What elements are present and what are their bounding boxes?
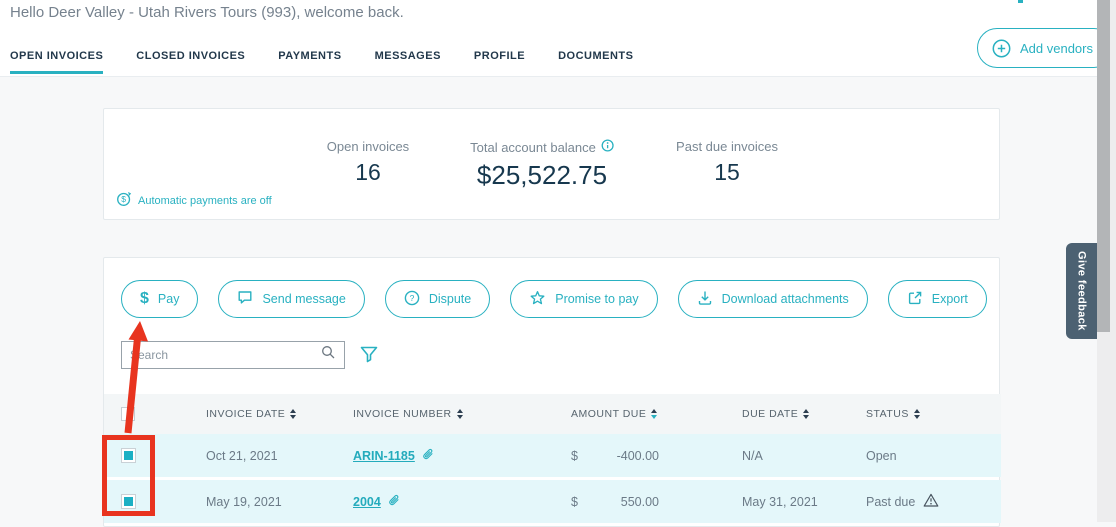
- column-invoice-date[interactable]: INVOICE DATE: [206, 408, 353, 420]
- tab-payments[interactable]: PAYMENTS: [278, 50, 341, 74]
- stat-label: Past due invoices: [676, 139, 778, 154]
- status-cell: Past due: [866, 493, 1001, 510]
- search-box: [121, 341, 345, 369]
- stat-value: 15: [676, 159, 778, 186]
- add-vendors-label: Add vendors: [1020, 41, 1093, 56]
- export-button[interactable]: Export: [888, 280, 987, 318]
- currency-symbol: $: [571, 495, 578, 509]
- currency-symbol: $: [571, 449, 578, 463]
- stat-value: 16: [327, 159, 409, 186]
- column-amount-due[interactable]: AMOUNT DUE: [571, 408, 742, 420]
- message-icon: [237, 290, 253, 308]
- due-date-cell: N/A: [742, 449, 866, 463]
- svg-text:$: $: [121, 194, 126, 204]
- question-icon: ?: [404, 290, 420, 309]
- checkbox-check: [124, 497, 133, 506]
- invoices-table: INVOICE DATE INVOICE NUMBER AMOUNT DUE D…: [104, 394, 1001, 523]
- tab-documents[interactable]: DOCUMENTS: [558, 50, 633, 74]
- attachment-icon[interactable]: [387, 494, 400, 510]
- stat-open-invoices: Open invoices 16: [327, 139, 409, 186]
- tab-open-invoices[interactable]: OPEN INVOICES: [10, 50, 103, 74]
- tab-closed-invoices[interactable]: CLOSED INVOICES: [136, 50, 245, 74]
- row-checkbox[interactable]: [121, 494, 136, 509]
- promise-to-pay-button[interactable]: Promise to pay: [510, 280, 657, 318]
- column-invoice-number[interactable]: INVOICE NUMBER: [353, 408, 571, 420]
- search-input[interactable]: [130, 348, 321, 362]
- dollar-icon: $: [140, 291, 149, 307]
- status-badge: Past due: [866, 495, 915, 509]
- stat-label: Total account balance: [470, 140, 596, 155]
- pay-button[interactable]: $ Pay: [121, 280, 198, 318]
- open-invoices-card: $ Pay Send message ? Dispute Promise to: [103, 257, 1000, 527]
- give-feedback-tab[interactable]: Give feedback: [1066, 243, 1097, 339]
- invoice-number-link[interactable]: 2004: [353, 495, 381, 509]
- add-vendors-button[interactable]: Add vendors: [977, 28, 1114, 68]
- amount-value: 550.00: [621, 495, 659, 509]
- send-message-label: Send message: [262, 292, 345, 306]
- amount-due-cell: $ -400.00: [571, 449, 659, 463]
- search-icon: [321, 345, 336, 365]
- account-summary-card: Open invoices 16 Total account balance $…: [103, 108, 1000, 220]
- status-badge: Open: [866, 449, 897, 463]
- dispute-button[interactable]: ? Dispute: [385, 280, 490, 318]
- invoice-date-cell: Oct 21, 2021: [206, 449, 353, 463]
- bulk-actions-toolbar: $ Pay Send message ? Dispute Promise to: [121, 280, 987, 318]
- sort-icon[interactable]: [803, 409, 809, 419]
- tab-messages[interactable]: MESSAGES: [375, 50, 441, 74]
- due-date-cell: May 31, 2021: [742, 495, 866, 509]
- stat-past-due: Past due invoices 15: [676, 139, 778, 186]
- invoice-date-cell: May 19, 2021: [206, 495, 353, 509]
- sort-icon[interactable]: [914, 409, 920, 419]
- stat-label: Open invoices: [327, 139, 409, 154]
- auto-pay-note: Automatic payments are off: [138, 195, 272, 207]
- stat-value: $25,522.75: [470, 160, 614, 191]
- table-row[interactable]: May 19, 2021 2004 $ 550.00 May 31, 2021 …: [104, 480, 1001, 523]
- invoice-number-link[interactable]: ARIN-1185: [353, 449, 415, 463]
- download-attachments-button[interactable]: Download attachments: [678, 280, 868, 318]
- tab-bar: OPEN INVOICES CLOSED INVOICES PAYMENTS M…: [10, 50, 633, 74]
- table-row[interactable]: Oct 21, 2021 ARIN-1185 $ -400.00 N/A Ope…: [104, 434, 1001, 477]
- send-message-button[interactable]: Send message: [218, 280, 364, 318]
- stat-total-balance: Total account balance $25,522.75: [470, 139, 614, 191]
- auto-pay-dollar-icon: $: [116, 191, 132, 210]
- column-due-date[interactable]: DUE DATE: [742, 408, 866, 420]
- plus-circle-icon: [992, 39, 1011, 58]
- promise-to-pay-label: Promise to pay: [555, 292, 638, 306]
- info-icon[interactable]: [601, 139, 614, 155]
- filter-icon[interactable]: [360, 346, 378, 368]
- clipped-button-edge: [1018, 0, 1023, 3]
- warning-icon: [923, 493, 939, 510]
- scrollbar-track[interactable]: [1097, 0, 1116, 522]
- export-icon: [907, 290, 923, 309]
- sort-icon[interactable]: [651, 409, 657, 419]
- table-header-row: INVOICE DATE INVOICE NUMBER AMOUNT DUE D…: [104, 394, 1001, 434]
- status-cell: Open: [866, 449, 1001, 463]
- select-all-checkbox[interactable]: [121, 407, 135, 421]
- checkbox-check: [124, 451, 133, 460]
- dispute-label: Dispute: [429, 292, 471, 306]
- download-attachments-label: Download attachments: [722, 292, 849, 306]
- sort-icon[interactable]: [457, 409, 463, 419]
- attachment-icon[interactable]: [421, 448, 434, 464]
- scrollbar-thumb[interactable]: [1097, 0, 1110, 332]
- greeting-text: Hello Deer Valley - Utah Rivers Tours (9…: [10, 4, 404, 21]
- tab-profile[interactable]: PROFILE: [474, 50, 525, 74]
- page-header: Hello Deer Valley - Utah Rivers Tours (9…: [0, 0, 1116, 77]
- amount-due-cell: $ 550.00: [571, 495, 659, 509]
- column-status[interactable]: STATUS: [866, 408, 1001, 420]
- pay-label: Pay: [158, 292, 180, 306]
- automatic-payments-link[interactable]: $ Automatic payments are off: [116, 191, 272, 210]
- vendor-portal-page: Hello Deer Valley - Utah Rivers Tours (9…: [0, 0, 1116, 522]
- amount-value: -400.00: [617, 449, 659, 463]
- svg-text:?: ?: [409, 293, 414, 303]
- export-label: Export: [932, 292, 968, 306]
- star-icon: [529, 290, 546, 309]
- row-checkbox[interactable]: [121, 448, 136, 463]
- sort-icon[interactable]: [290, 409, 296, 419]
- download-icon: [697, 290, 713, 309]
